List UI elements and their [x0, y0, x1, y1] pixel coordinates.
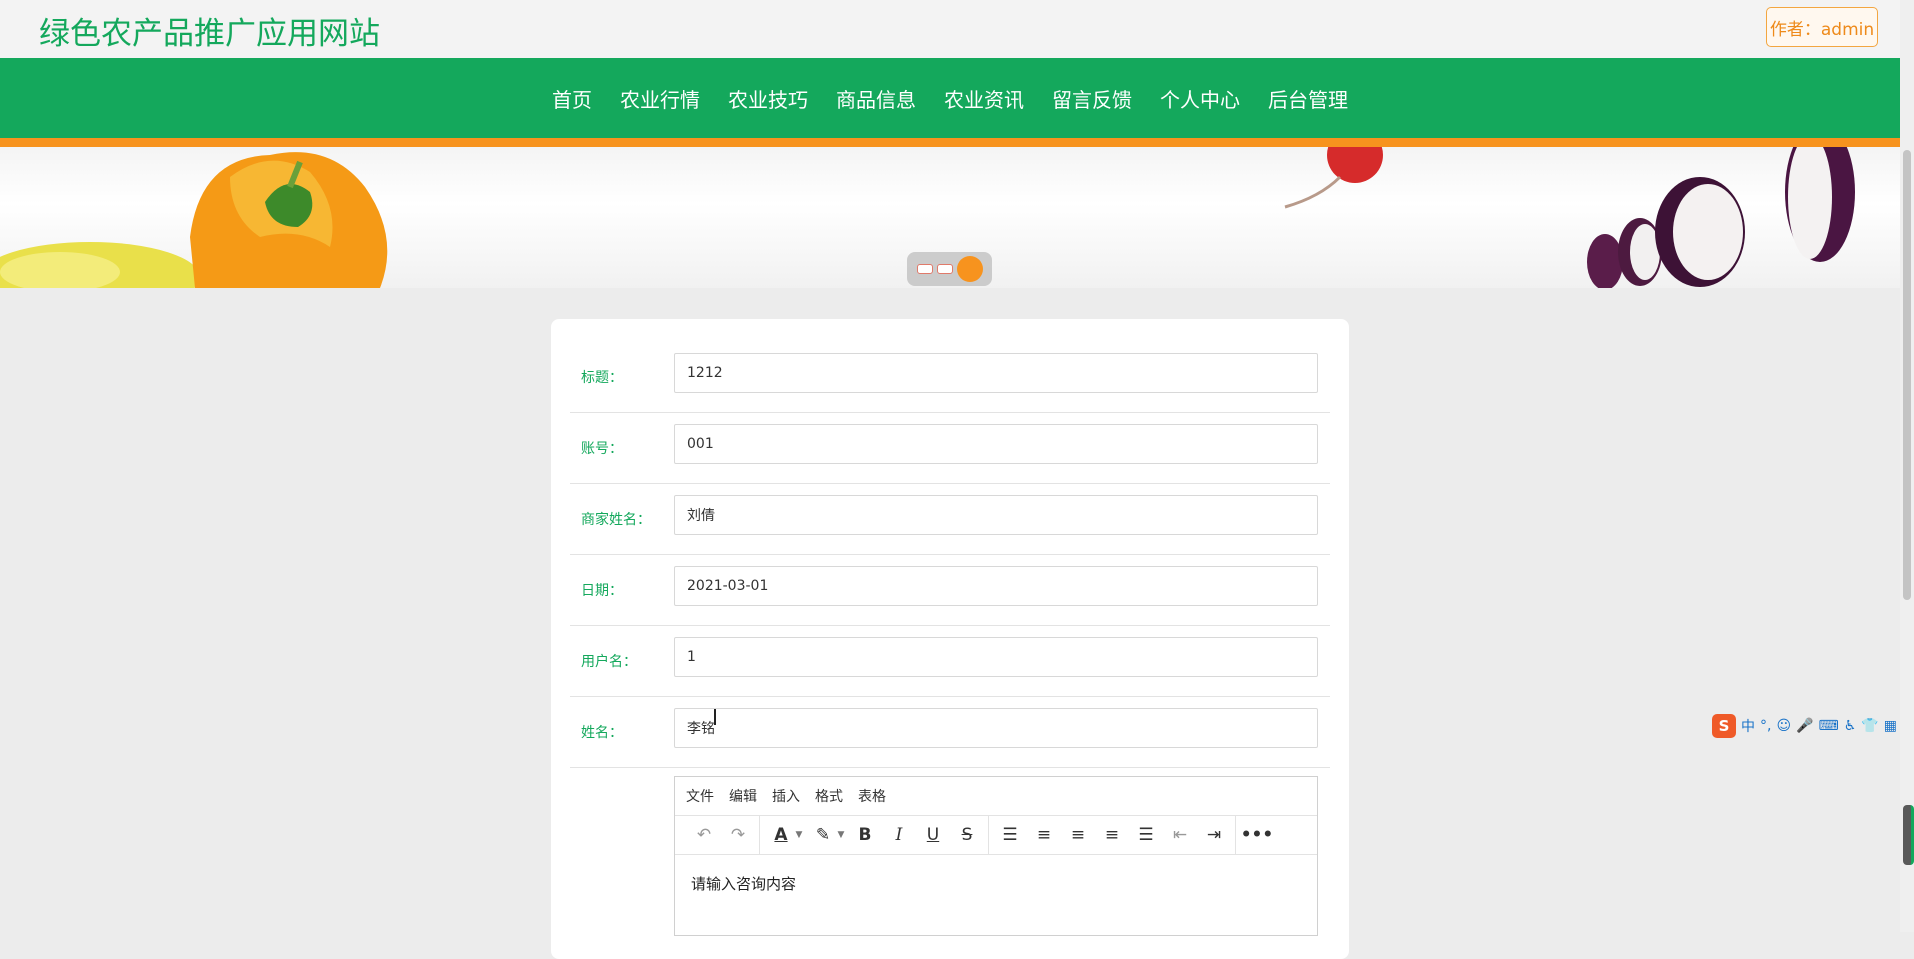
title-label: 标题：: [581, 370, 623, 386]
title-input[interactable]: [674, 353, 1318, 393]
ime-toolbar: S 中 °, ☺ 🎤 ⌨ ♿ 👕 ▦: [1712, 713, 1914, 739]
editor-menubar: 文件 编辑 插入 格式 表格: [675, 777, 1317, 816]
author-badge[interactable]: 作者：admin: [1766, 7, 1878, 47]
indent-icon[interactable]: ⇥: [1197, 820, 1231, 850]
editor-menu-table[interactable]: 表格: [858, 786, 886, 806]
align-justify-icon[interactable]: ☰: [1129, 820, 1163, 850]
carousel-dot-1[interactable]: [916, 264, 933, 274]
more-icon[interactable]: •••: [1240, 820, 1274, 850]
rich-text-editor: 文件 编辑 插入 格式 表格 ↶ ↷ A ▼ ✎ ▼ B I U S ☰ ≡ ≡…: [674, 776, 1318, 936]
align-center-icon[interactable]: ≡: [1061, 820, 1095, 850]
carousel-indicators: [907, 252, 992, 286]
name-input[interactable]: [674, 708, 1318, 748]
chevron-down-icon[interactable]: ▼: [834, 830, 848, 840]
ime-chinese-mode-icon[interactable]: 中: [1741, 716, 1755, 736]
carousel-dot-2[interactable]: [936, 264, 953, 274]
undo-icon[interactable]: ↶: [687, 820, 721, 850]
editor-content[interactable]: 请输入咨询内容: [675, 855, 1317, 912]
carousel-dot-active[interactable]: [956, 256, 983, 282]
scrollbar-thumb[interactable]: [1903, 150, 1911, 600]
nav-item-home[interactable]: 首页: [552, 84, 592, 113]
editor-menu-insert[interactable]: 插入: [772, 786, 800, 806]
form-row-date: 日期：: [570, 555, 1330, 626]
strikethrough-icon[interactable]: S: [950, 820, 984, 850]
main-nav: 首页 农业行情 农业技巧 商品信息 农业资讯 留言反馈 个人中心 后台管理: [0, 58, 1900, 147]
ime-skin-icon[interactable]: 👕: [1861, 718, 1878, 734]
bold-icon[interactable]: B: [848, 820, 882, 850]
sogou-logo-icon[interactable]: S: [1712, 714, 1736, 738]
underline-icon[interactable]: U: [916, 820, 950, 850]
date-label: 日期：: [581, 583, 623, 599]
ime-voice-icon[interactable]: 🎤: [1796, 718, 1813, 734]
nav-item-products[interactable]: 商品信息: [836, 84, 916, 113]
scrollbar-handle[interactable]: [1903, 805, 1914, 865]
italic-icon[interactable]: I: [882, 820, 916, 850]
nav-item-profile[interactable]: 个人中心: [1160, 84, 1240, 113]
align-right-icon[interactable]: ≡: [1095, 820, 1129, 850]
merchant-name-label: 商家姓名：: [581, 512, 651, 528]
form-row-username: 用户名：: [570, 626, 1330, 697]
editor-toolbar: ↶ ↷ A ▼ ✎ ▼ B I U S ☰ ≡ ≡ ≡ ☰ ⇤ ⇥ •••: [675, 816, 1317, 855]
page-scrollbar[interactable]: [1900, 0, 1914, 932]
outdent-icon[interactable]: ⇤: [1163, 820, 1197, 850]
ime-emoji-icon[interactable]: ☺: [1776, 718, 1791, 734]
top-header: 绿色农产品推广应用网站 作者：admin: [0, 0, 1900, 58]
form-row-title: 标题：: [570, 342, 1330, 413]
ime-keyboard-icon[interactable]: ⌨: [1819, 718, 1839, 734]
nav-item-market[interactable]: 农业行情: [620, 84, 700, 113]
date-input[interactable]: [674, 566, 1318, 606]
text-cursor-icon: [714, 709, 716, 725]
merchant-name-input[interactable]: [674, 495, 1318, 535]
name-label: 姓名：: [581, 725, 623, 741]
form-row-merchant-name: 商家姓名：: [570, 484, 1330, 555]
nav-item-admin[interactable]: 后台管理: [1268, 84, 1348, 113]
nav-item-news[interactable]: 农业资讯: [944, 84, 1024, 113]
editor-menu-edit[interactable]: 编辑: [729, 786, 757, 806]
nav-item-tips[interactable]: 农业技巧: [728, 84, 808, 113]
form-row-account: 账号：: [570, 413, 1330, 484]
chevron-down-icon[interactable]: ▼: [792, 830, 806, 840]
ime-punctuation-icon[interactable]: °,: [1760, 718, 1771, 734]
line-height-icon[interactable]: ☰: [993, 820, 1027, 850]
editor-menu-format[interactable]: 格式: [815, 786, 843, 806]
form-row-name: 姓名：: [570, 697, 1330, 768]
ime-menu-icon[interactable]: ▦: [1884, 718, 1897, 734]
username-label: 用户名：: [581, 654, 637, 670]
site-title[interactable]: 绿色农产品推广应用网站: [39, 8, 380, 53]
account-input[interactable]: [674, 424, 1318, 464]
account-label: 账号：: [581, 441, 623, 457]
editor-menu-file[interactable]: 文件: [686, 786, 714, 806]
redo-icon[interactable]: ↷: [721, 820, 755, 850]
username-input[interactable]: [674, 637, 1318, 677]
nav-item-feedback[interactable]: 留言反馈: [1052, 84, 1132, 113]
ime-accessibility-icon[interactable]: ♿: [1844, 718, 1857, 734]
align-left-icon[interactable]: ≡: [1027, 820, 1061, 850]
